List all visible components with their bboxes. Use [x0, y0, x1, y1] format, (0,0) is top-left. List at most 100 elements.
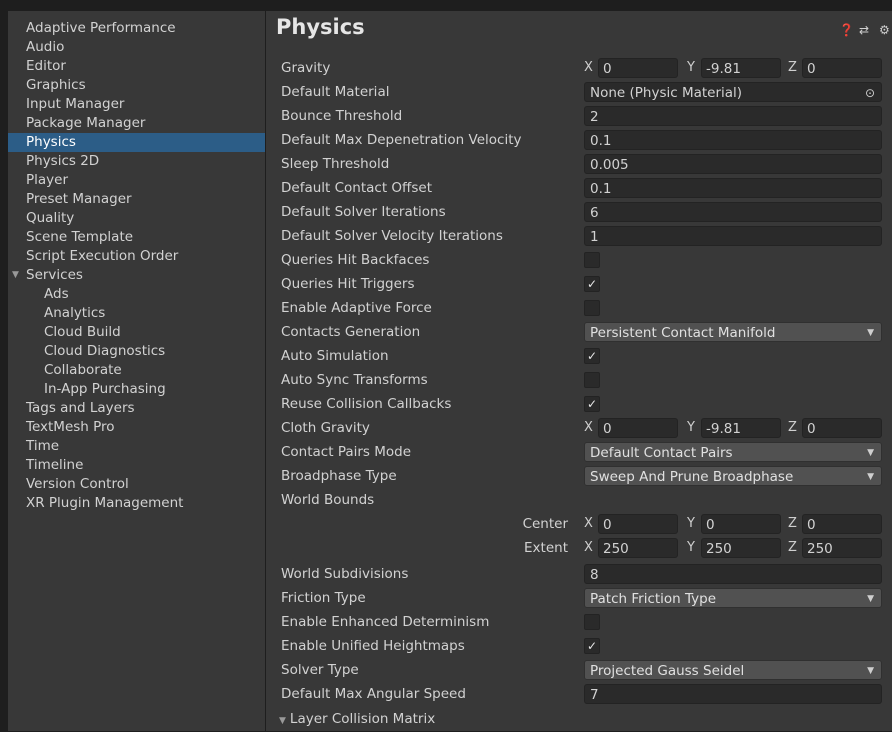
contact-offset-field[interactable]: 0.1: [584, 178, 882, 198]
cloth-gravity-y-field[interactable]: -9.81: [701, 418, 781, 438]
contact-pairs-mode-dropdown[interactable]: Default Contact Pairs ▼: [584, 442, 882, 462]
sidebar-item-services[interactable]: ▼ Services: [8, 266, 265, 285]
center-x-axis-label: X: [584, 516, 593, 531]
sidebar-item-adaptive-performance[interactable]: Adaptive Performance: [8, 19, 265, 38]
solver-velocity-iterations-field[interactable]: 1: [584, 226, 882, 246]
extent-x-field[interactable]: 250: [598, 538, 678, 558]
sidebar-item-time[interactable]: Time: [8, 437, 265, 456]
sidebar-item-physics[interactable]: Physics: [8, 133, 265, 152]
center-y-field[interactable]: 0: [701, 514, 781, 534]
solver-type-label: Solver Type: [281, 662, 359, 678]
sidebar-item-xr-plugin-management[interactable]: XR Plugin Management: [8, 494, 265, 513]
sidebar-item-label: Timeline: [26, 457, 84, 473]
unified-heightmaps-checkbox[interactable]: ✓: [584, 638, 600, 654]
reuse-collision-callbacks-checkbox[interactable]: ✓: [584, 396, 600, 412]
sidebar-item-graphics[interactable]: Graphics: [8, 76, 265, 95]
expand-arrow-icon[interactable]: ▼: [12, 266, 19, 285]
sidebar-item-editor[interactable]: Editor: [8, 57, 265, 76]
sidebar-item-label: Input Manager: [26, 96, 125, 112]
center-z-axis-label: Z: [788, 516, 797, 531]
sidebar-item-textmesh-pro[interactable]: TextMesh Pro: [8, 418, 265, 437]
sidebar-item-cloud-build[interactable]: Cloud Build: [8, 323, 265, 342]
sidebar-item-script-execution-order[interactable]: Script Execution Order: [8, 247, 265, 266]
sidebar-item-label: Scene Template: [26, 229, 134, 245]
friction-type-dropdown[interactable]: Patch Friction Type ▼: [584, 588, 882, 608]
sidebar-item-cloud-diagnostics[interactable]: Cloud Diagnostics: [8, 342, 265, 361]
contact-pairs-mode-label: Contact Pairs Mode: [281, 444, 412, 460]
sidebar-item-timeline[interactable]: Timeline: [8, 456, 265, 475]
sidebar-item-player[interactable]: Player: [8, 171, 265, 190]
cloth-gravity-z-field[interactable]: 0: [802, 418, 882, 438]
sidebar-item-collaborate[interactable]: Collaborate: [8, 361, 265, 380]
max-depenetration-velocity-field[interactable]: 0.1: [584, 130, 882, 150]
gravity-z-field[interactable]: 0: [802, 58, 882, 78]
world-subdivisions-field[interactable]: 8: [584, 564, 882, 584]
sidebar-item-label: Graphics: [26, 77, 86, 93]
broadphase-type-dropdown[interactable]: Sweep And Prune Broadphase ▼: [584, 466, 882, 486]
world-bounds-extent-label: Extent: [524, 540, 568, 556]
sidebar-item-label: Time: [26, 438, 60, 454]
unified-heightmaps-label: Enable Unified Heightmaps: [281, 638, 465, 654]
enhanced-determinism-label: Enable Enhanced Determinism: [281, 614, 490, 630]
max-angular-speed-field[interactable]: 7: [584, 684, 882, 704]
sidebar-item-label: Physics 2D: [26, 153, 100, 169]
sidebar-item-label: Cloud Build: [44, 324, 121, 340]
sidebar-item-label: Script Execution Order: [26, 248, 179, 264]
sidebar-item-version-control[interactable]: Version Control: [8, 475, 265, 494]
sidebar-item-label: Editor: [26, 58, 66, 74]
max-depenetration-velocity-label: Default Max Depenetration Velocity: [281, 132, 522, 148]
gravity-x-field[interactable]: 0: [598, 58, 678, 78]
cloth-gravity-x-field[interactable]: 0: [598, 418, 678, 438]
sidebar-item-physics-2d[interactable]: Physics 2D: [8, 152, 265, 171]
queries-hit-backfaces-checkbox[interactable]: [584, 252, 600, 268]
solver-iterations-field[interactable]: 6: [584, 202, 882, 222]
enhanced-determinism-checkbox[interactable]: [584, 614, 600, 630]
sidebar-item-quality[interactable]: Quality: [8, 209, 265, 228]
sidebar-item-ads[interactable]: Ads: [8, 285, 265, 304]
sleep-threshold-field[interactable]: 0.005: [584, 154, 882, 174]
sidebar-item-scene-template[interactable]: Scene Template: [8, 228, 265, 247]
center-z-field[interactable]: 0: [802, 514, 882, 534]
object-picker-icon[interactable]: ⊙: [865, 83, 875, 103]
preset-icon[interactable]: ⇄: [859, 23, 869, 37]
gravity-z-axis-label: Z: [788, 60, 797, 75]
sidebar-item-label: Tags and Layers: [26, 400, 135, 416]
settings-gear-icon[interactable]: ⚙: [879, 23, 890, 37]
world-bounds-label: World Bounds: [281, 492, 375, 508]
sidebar-item-analytics[interactable]: Analytics: [8, 304, 265, 323]
queries-hit-triggers-checkbox[interactable]: ✓: [584, 276, 600, 292]
sidebar-item-label: Version Control: [26, 476, 129, 492]
extent-z-axis-label: Z: [788, 540, 797, 555]
sidebar-item-package-manager[interactable]: Package Manager: [8, 114, 265, 133]
help-icon[interactable]: ❓: [839, 23, 854, 37]
gravity-y-field[interactable]: -9.81: [701, 58, 781, 78]
sidebar-item-audio[interactable]: Audio: [8, 38, 265, 57]
sidebar-item-preset-manager[interactable]: Preset Manager: [8, 190, 265, 209]
center-x-field[interactable]: 0: [598, 514, 678, 534]
auto-simulation-checkbox[interactable]: ✓: [584, 348, 600, 364]
solver-velocity-iterations-label: Default Solver Velocity Iterations: [281, 228, 503, 244]
page-title: Physics: [276, 15, 365, 39]
extent-z-field[interactable]: 250: [802, 538, 882, 558]
enable-adaptive-force-checkbox[interactable]: [584, 300, 600, 316]
gravity-x-axis-label: X: [584, 60, 593, 75]
sidebar-item-in-app-purchasing[interactable]: In-App Purchasing: [8, 380, 265, 399]
layer-collision-matrix-foldout[interactable]: ▼ Layer Collision Matrix: [279, 708, 435, 730]
contacts-generation-label: Contacts Generation: [281, 324, 421, 340]
auto-sync-transforms-checkbox[interactable]: [584, 372, 600, 388]
friction-type-value: Patch Friction Type: [590, 591, 717, 607]
broadphase-type-label: Broadphase Type: [281, 468, 397, 484]
sidebar-item-label: Package Manager: [26, 115, 146, 131]
cloth-gravity-label: Cloth Gravity: [281, 420, 370, 436]
extent-y-field[interactable]: 250: [701, 538, 781, 558]
sidebar-item-tags-and-layers[interactable]: Tags and Layers: [8, 399, 265, 418]
solver-type-dropdown[interactable]: Projected Gauss Seidel ▼: [584, 660, 882, 680]
sidebar-item-label: Ads: [44, 286, 69, 302]
contact-pairs-mode-value: Default Contact Pairs: [590, 445, 733, 461]
default-material-field[interactable]: None (Physic Material) ⊙: [584, 82, 882, 102]
sidebar-item-label: Collaborate: [44, 362, 122, 378]
bounce-threshold-field[interactable]: 2: [584, 106, 882, 126]
chevron-down-icon: ▼: [867, 328, 874, 338]
contacts-generation-dropdown[interactable]: Persistent Contact Manifold ▼: [584, 322, 882, 342]
sidebar-item-input-manager[interactable]: Input Manager: [8, 95, 265, 114]
